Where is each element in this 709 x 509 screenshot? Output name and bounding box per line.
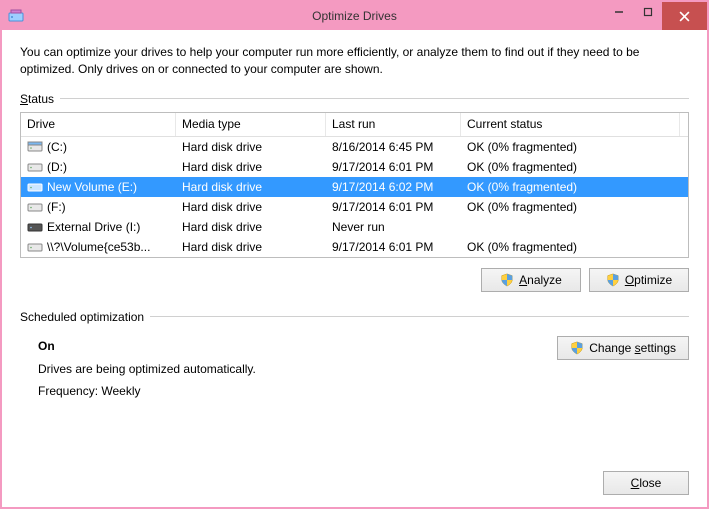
scheduled-frequency: Frequency: Weekly bbox=[38, 381, 256, 403]
uac-shield-icon bbox=[606, 273, 620, 287]
drive-name-cell: External Drive (I:) bbox=[21, 220, 176, 234]
content-area: You can optimize your drives to help you… bbox=[2, 30, 707, 507]
drive-status-cell: OK (0% fragmented) bbox=[461, 140, 688, 154]
drive-status-cell: OK (0% fragmented) bbox=[461, 240, 688, 254]
drive-name: New Volume (E:) bbox=[47, 180, 137, 194]
scheduled-description: Drives are being optimized automatically… bbox=[38, 359, 256, 381]
column-header-last[interactable]: Last run bbox=[326, 113, 461, 136]
drive-lastrun-cell: Never run bbox=[326, 220, 461, 234]
drives-table-body: (C:)Hard disk drive8/16/2014 6:45 PMOK (… bbox=[21, 137, 688, 257]
scheduled-text: On Drives are being optimized automatica… bbox=[38, 336, 256, 403]
drive-lastrun-cell: 9/17/2014 6:02 PM bbox=[326, 180, 461, 194]
app-icon bbox=[8, 8, 24, 24]
drive-status-cell: OK (0% fragmented) bbox=[461, 160, 688, 174]
drive-name: (D:) bbox=[47, 160, 67, 174]
change-settings-button[interactable]: Change settings bbox=[557, 336, 689, 360]
table-row[interactable]: (F:) Hard disk drive9/17/2014 6:01 PMOK (… bbox=[21, 197, 688, 217]
drive-media-cell: Hard disk drive bbox=[176, 220, 326, 234]
window-control-buttons bbox=[604, 2, 707, 30]
drive-name-cell: (C:) bbox=[21, 140, 176, 154]
titlebar[interactable]: Optimize Drives bbox=[2, 2, 707, 30]
analyze-button[interactable]: Analyze bbox=[481, 268, 581, 292]
drives-table-header[interactable]: Drive Media type Last run Current status bbox=[21, 113, 688, 137]
column-header-media[interactable]: Media type bbox=[176, 113, 326, 136]
uac-shield-icon bbox=[570, 341, 584, 355]
drive-media-cell: Hard disk drive bbox=[176, 180, 326, 194]
change-settings-label: Change settings bbox=[589, 341, 676, 355]
table-row[interactable]: New Volume (E:) Hard disk drive9/17/2014 … bbox=[21, 177, 688, 197]
status-label-text: Status bbox=[20, 92, 54, 106]
minimize-button[interactable] bbox=[604, 2, 634, 22]
optimize-drives-window: Optimize Drives You can optimize your dr… bbox=[0, 0, 709, 509]
scheduled-body: On Drives are being optimized automatica… bbox=[20, 330, 689, 403]
column-header-pad bbox=[680, 113, 688, 136]
close-window-button[interactable] bbox=[662, 2, 707, 30]
close-button-label: Close bbox=[631, 476, 662, 490]
table-row[interactable]: (C:) Hard disk drive8/16/2014 6:45 PMOK (… bbox=[21, 137, 688, 157]
drives-table: Drive Media type Last run Current status… bbox=[20, 112, 689, 258]
optimize-button-label: Optimize bbox=[625, 273, 672, 287]
maximize-icon bbox=[643, 7, 653, 17]
drive-lastrun-cell: 9/17/2014 6:01 PM bbox=[326, 200, 461, 214]
scheduled-on-label: On bbox=[38, 336, 256, 358]
table-row[interactable]: External Drive (I:) Hard disk driveNever … bbox=[21, 217, 688, 237]
column-header-drive[interactable]: Drive bbox=[21, 113, 176, 136]
drive-media-cell: Hard disk drive bbox=[176, 240, 326, 254]
description-text: You can optimize your drives to help you… bbox=[20, 44, 689, 78]
close-icon bbox=[679, 11, 690, 22]
drive-status-cell: OK (0% fragmented) bbox=[461, 180, 688, 194]
scheduled-section-label: Scheduled optimization bbox=[20, 310, 689, 324]
drive-name: (F:) bbox=[47, 200, 66, 214]
scheduled-optimization-section: Scheduled optimization On Drives are bei… bbox=[20, 310, 689, 403]
minimize-icon bbox=[614, 7, 624, 17]
drive-media-cell: Hard disk drive bbox=[176, 160, 326, 174]
drive-status-cell: OK (0% fragmented) bbox=[461, 200, 688, 214]
drive-lastrun-cell: 8/16/2014 6:45 PM bbox=[326, 140, 461, 154]
table-row[interactable]: \\?\Volume{ce53b... Hard disk drive9/17/2… bbox=[21, 237, 688, 257]
drive-lastrun-cell: 9/17/2014 6:01 PM bbox=[326, 240, 461, 254]
drive-name-cell: \\?\Volume{ce53b... bbox=[21, 240, 176, 254]
drive-name: (C:) bbox=[47, 140, 67, 154]
action-button-row: Analyze Optimize bbox=[20, 268, 689, 292]
drive-media-cell: Hard disk drive bbox=[176, 200, 326, 214]
analyze-button-label: Analyze bbox=[519, 273, 562, 287]
column-header-status[interactable]: Current status bbox=[461, 113, 680, 136]
footer: Close bbox=[20, 463, 689, 495]
uac-shield-icon bbox=[500, 273, 514, 287]
drive-name-cell: (F:) bbox=[21, 200, 176, 214]
close-button[interactable]: Close bbox=[603, 471, 689, 495]
status-section-label: Status bbox=[20, 92, 689, 106]
drive-lastrun-cell: 9/17/2014 6:01 PM bbox=[326, 160, 461, 174]
drive-media-cell: Hard disk drive bbox=[176, 140, 326, 154]
drive-name-cell: New Volume (E:) bbox=[21, 180, 176, 194]
table-row[interactable]: (D:) Hard disk drive9/17/2014 6:01 PMOK (… bbox=[21, 157, 688, 177]
scheduled-label-text: Scheduled optimization bbox=[20, 310, 144, 324]
drive-name: External Drive (I:) bbox=[47, 220, 140, 234]
drive-name: \\?\Volume{ce53b... bbox=[47, 240, 150, 254]
drive-name-cell: (D:) bbox=[21, 160, 176, 174]
maximize-button[interactable] bbox=[634, 2, 662, 22]
window-title: Optimize Drives bbox=[2, 9, 707, 23]
optimize-button[interactable]: Optimize bbox=[589, 268, 689, 292]
